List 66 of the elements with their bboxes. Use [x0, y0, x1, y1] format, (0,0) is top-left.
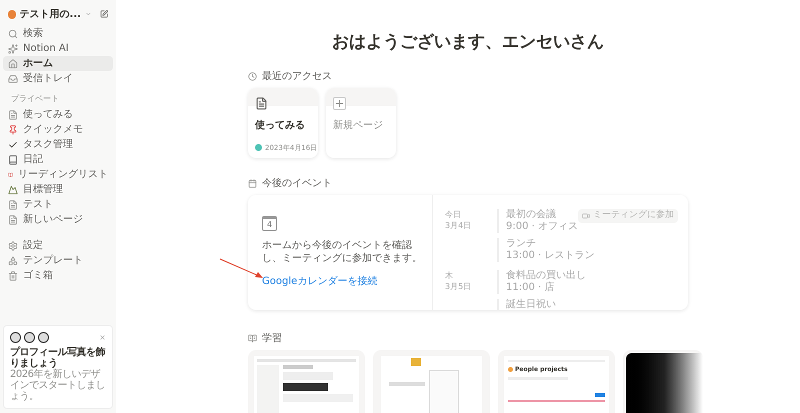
- guide-card[interactable]: [248, 350, 365, 413]
- event-detail: 11:00 · 店: [506, 282, 556, 294]
- sidebar-item[interactable]: 検索: [3, 26, 113, 41]
- sidebar-item[interactable]: テスト: [3, 197, 113, 212]
- workspace-avatar: [8, 10, 16, 18]
- event-detail: 13:00 · レストラン: [506, 250, 596, 262]
- clock-icon: [248, 72, 257, 80]
- section-label: 最近のアクセス: [262, 70, 332, 84]
- sidebar-item[interactable]: Notion AI: [3, 41, 113, 56]
- item-icon: [8, 44, 18, 54]
- avatar-icon: [38, 332, 49, 343]
- sidebar-item[interactable]: 受信トレイ: [3, 71, 113, 86]
- plus-icon: [333, 97, 346, 110]
- sidebar-item[interactable]: ホーム: [3, 56, 113, 71]
- item-icon: [8, 28, 18, 38]
- sidebar-item[interactable]: リーディングリスト: [3, 167, 113, 182]
- item-icon: [8, 74, 18, 84]
- sidebar-item[interactable]: ゴミ箱: [3, 268, 113, 283]
- video-icon: [582, 212, 590, 220]
- new-page-icon[interactable]: [100, 9, 108, 19]
- calendar-icon: [248, 178, 257, 188]
- workspace-name[interactable]: テスト用の...: [20, 6, 81, 22]
- sidebar-item[interactable]: クイックメモ: [3, 122, 113, 137]
- item-icon: [8, 240, 18, 250]
- event-detail: 9:00 · オフィス: [506, 221, 578, 233]
- page-card[interactable]: 新規ページ: [326, 88, 396, 158]
- section-label: プライベート: [10, 93, 60, 105]
- card-title: 新規ページ: [333, 118, 384, 133]
- item-icon: [8, 214, 18, 224]
- annotation-arrow: [219, 258, 264, 280]
- event-day: 今日: [445, 209, 497, 220]
- sidebar-item[interactable]: タスク管理: [3, 137, 113, 152]
- event-date: 3月4日: [445, 220, 472, 231]
- section-label: 学習: [262, 332, 282, 346]
- event-title: 食料品の買い出し: [506, 270, 587, 282]
- book-icon: [248, 334, 257, 342]
- sidebar-item[interactable]: 目標管理: [3, 182, 113, 197]
- item-icon: [8, 256, 18, 266]
- item-icon: [8, 110, 18, 120]
- event-title: ランチ: [506, 238, 537, 250]
- avatar-icon: [10, 332, 21, 343]
- sidebar-item[interactable]: 新しいページ: [3, 212, 113, 227]
- item-icon: [8, 200, 18, 210]
- item-icon: [8, 270, 18, 280]
- event-date: 3月5日: [445, 281, 472, 292]
- avatar-icon: [24, 332, 35, 343]
- item-icon: [8, 58, 18, 68]
- promo-text: 2026年を新しいデザインでスタートしましょう。: [10, 369, 106, 402]
- section-label: 今後のイベント: [262, 176, 332, 190]
- event-title: 誕生日祝い: [506, 299, 557, 310]
- promo-title: プロフィール写真を飾りましょう: [10, 347, 106, 369]
- item-icon: [8, 124, 18, 134]
- sidebar-item[interactable]: 設定: [3, 238, 113, 253]
- page-icon: [255, 97, 268, 110]
- calendar-day-icon: 4: [262, 216, 277, 231]
- card-title: 使ってみる: [255, 118, 306, 133]
- greeting-heading: おはようございます、エンセいさん: [331, 31, 605, 54]
- item-icon: [8, 184, 18, 194]
- event-day: 木: [445, 270, 497, 281]
- user-avatar: [255, 144, 262, 152]
- event-title: 最初の会議: [506, 209, 557, 221]
- connect-calendar-link[interactable]: Googleカレンダーを接続: [262, 274, 426, 289]
- sidebar-item[interactable]: 日記: [3, 152, 113, 167]
- events-message: ホームから今後のイベントを確認し、ミーティングに参加できます。: [262, 239, 423, 265]
- sidebar-item[interactable]: 使ってみる: [3, 107, 113, 122]
- sidebar-item[interactable]: テンプレート: [3, 253, 113, 268]
